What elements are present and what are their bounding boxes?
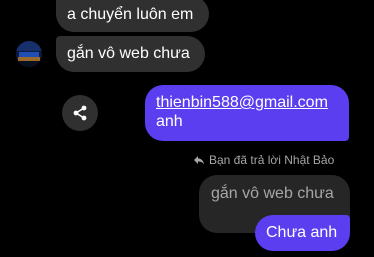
message-text: Chưa anh bbox=[266, 224, 338, 241]
message-text: a chuyển luôn em bbox=[67, 6, 194, 23]
reply-context-label: Bạn đã trả lời Nhật Bảo bbox=[193, 152, 343, 168]
quoted-text: gắn vô web chưa bbox=[211, 185, 334, 202]
incoming-message[interactable]: gắn vô web chưa bbox=[56, 36, 205, 72]
email-link[interactable]: thienbin588@gmail.com bbox=[156, 93, 339, 112]
reply-context-text: Bạn đã trả lời Nhật Bảo bbox=[209, 153, 335, 167]
message-text: anh bbox=[156, 113, 183, 130]
outgoing-reply-message[interactable]: Chưa anh bbox=[255, 215, 350, 251]
share-button[interactable] bbox=[62, 95, 98, 131]
messenger-thread: a chuyển luôn em gắn vô web chưa thienbi… bbox=[0, 0, 374, 257]
avatar-image bbox=[16, 41, 42, 67]
incoming-message[interactable]: a chuyển luôn em bbox=[56, 0, 209, 32]
contact-avatar[interactable] bbox=[16, 41, 42, 67]
share-icon bbox=[73, 105, 87, 121]
outgoing-message[interactable]: thienbin588@gmail.com anh bbox=[145, 85, 349, 141]
reply-arrow-icon bbox=[193, 154, 205, 166]
message-text: gắn vô web chưa bbox=[67, 45, 190, 62]
